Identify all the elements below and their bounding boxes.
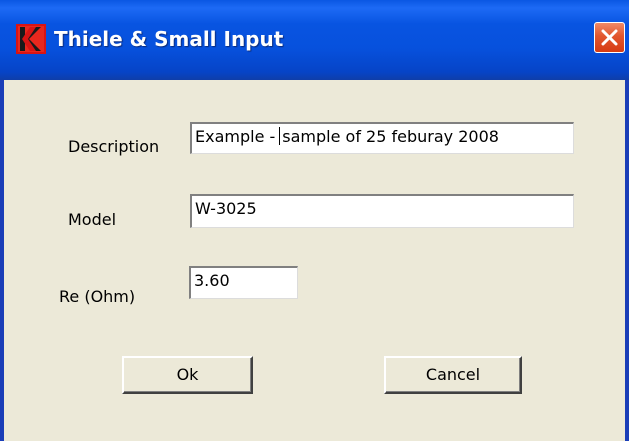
model-value: W-3025 [195, 199, 257, 218]
re-ohm-field[interactable]: 3.60 [189, 266, 298, 299]
description-text-before: Example - [195, 127, 276, 146]
close-icon [601, 29, 618, 46]
model-field[interactable]: W-3025 [190, 194, 574, 228]
model-label: Model [68, 210, 117, 229]
app-logo-icon [16, 24, 46, 54]
dialog-body: Description Example - sample of 25 febura… [4, 80, 625, 441]
description-field[interactable]: Example - sample of 25 feburay 2008 [190, 122, 574, 154]
re-ohm-label: Re (Ohm) [59, 287, 136, 306]
ok-button[interactable]: Ok [122, 356, 253, 394]
description-text-after: sample of 25 feburay 2008 [282, 127, 499, 146]
cancel-button[interactable]: Cancel [384, 356, 522, 394]
re-ohm-value: 3.60 [194, 271, 230, 290]
text-caret [279, 127, 281, 145]
dialog-window: Thiele & Small Input Description Example… [0, 0, 629, 441]
description-label: Description [68, 137, 160, 156]
close-button[interactable] [594, 22, 625, 53]
window-title: Thiele & Small Input [54, 27, 284, 51]
title-bar[interactable]: Thiele & Small Input [0, 0, 629, 80]
